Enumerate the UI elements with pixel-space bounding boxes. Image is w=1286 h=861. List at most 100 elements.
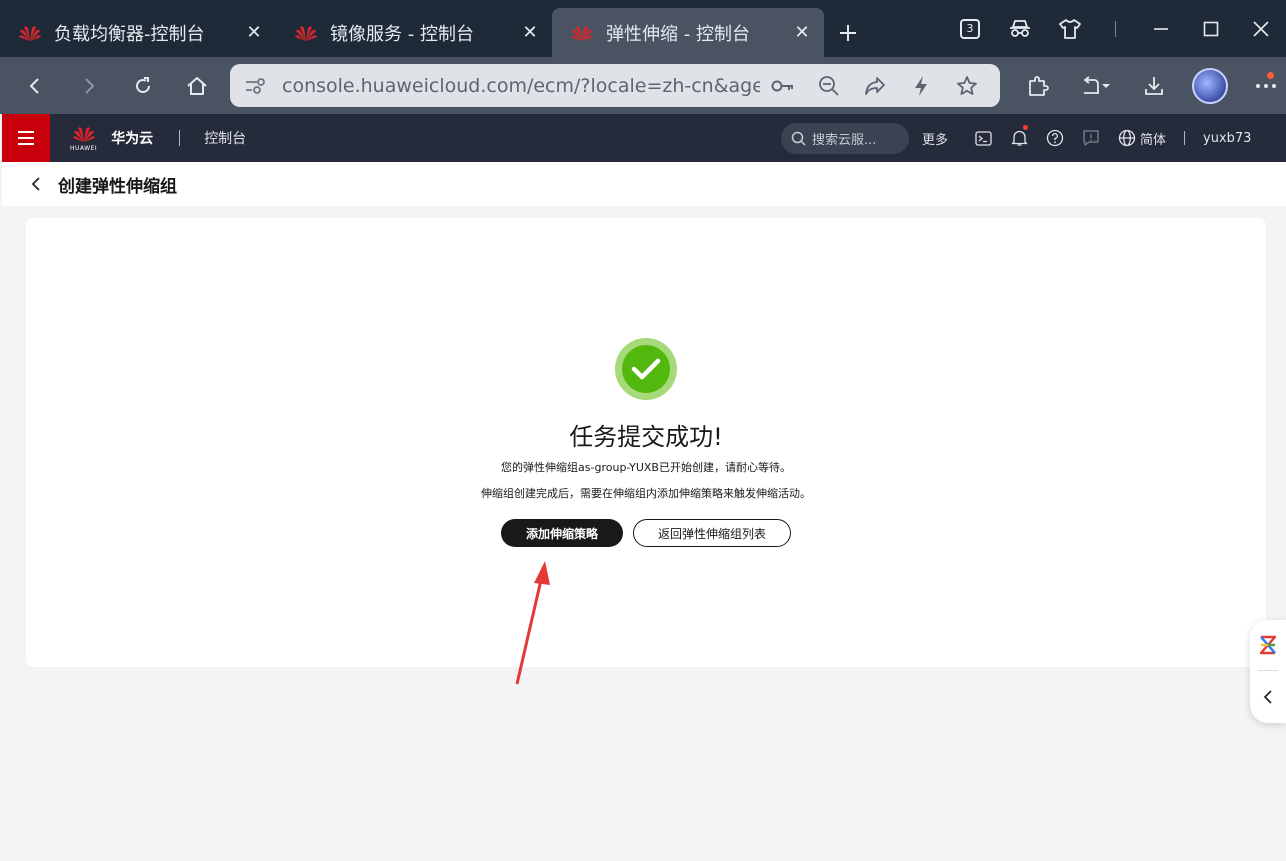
add-scaling-policy-button[interactable]: 添加伸缩策略 [501, 519, 623, 547]
cloud-shell-button[interactable] [972, 127, 994, 149]
assistant-logo-icon [1259, 635, 1277, 655]
notifications-button[interactable] [1008, 125, 1030, 149]
user-menu[interactable]: yuxb73 [1203, 131, 1251, 146]
service-menu-button[interactable] [2, 114, 50, 162]
tab-title: 负载均衡器-控制台 [54, 23, 205, 45]
new-tab-button[interactable] [824, 8, 872, 57]
reload-button[interactable] [116, 57, 170, 114]
language-switch[interactable]: 简体 [1116, 127, 1166, 149]
url-text[interactable]: console.huaweicloud.com/ecm/?locale=zh-c… [282, 75, 760, 97]
notification-dot [1023, 125, 1029, 130]
extensions-button[interactable] [1010, 57, 1066, 114]
tab-overview-button[interactable]: 3 [945, 0, 995, 57]
maximize-button[interactable] [1186, 0, 1236, 57]
result-hint: 伸缩组创建完成后，需要在伸缩组内添加伸缩策略来触发伸缩活动。 [481, 487, 811, 500]
console-header: HUAWEI 华为云 控制台 搜索云服... 更多 简体 yuxb73 [2, 114, 1286, 162]
browser-menu-button[interactable] [1238, 57, 1286, 114]
divider [1115, 20, 1116, 37]
close-icon [1253, 20, 1269, 37]
close-icon[interactable]: ✕ [792, 22, 812, 43]
result-description: 您的弹性伸缩组as-group-YUXB已开始创建，请耐心等待。 [501, 461, 791, 474]
feedback-icon [1080, 127, 1102, 149]
close-icon[interactable]: ✕ [520, 22, 540, 43]
browser-tab[interactable]: 负载均衡器-控制台 ✕ [0, 8, 276, 57]
notification-dot [1267, 72, 1274, 79]
address-bar[interactable]: console.huaweicloud.com/ecm/?locale=zh-c… [230, 64, 1000, 107]
help-button[interactable] [1044, 127, 1066, 149]
huawei-logo: HUAWEI [70, 124, 97, 152]
back-button[interactable] [8, 57, 62, 114]
star-icon[interactable] [944, 75, 990, 97]
assistant-button[interactable] [1258, 620, 1278, 670]
huawei-logo-icon [72, 127, 95, 142]
browser-toolbar: console.huaweicloud.com/ecm/?locale=zh-c… [0, 57, 1286, 114]
result-title: 任务提交成功! [569, 423, 723, 451]
browser-tab-active[interactable]: 弹性伸缩 - 控制台 ✕ [552, 8, 824, 57]
tab-title: 弹性伸缩 - 控制台 [606, 23, 750, 45]
close-window-button[interactable] [1236, 0, 1286, 57]
page-header: 创建弹性伸缩组 [2, 162, 1286, 206]
browser-tab[interactable]: 镜像服务 - 控制台 ✕ [276, 8, 552, 57]
profile-button[interactable] [1182, 57, 1238, 114]
tab-title: 镜像服务 - 控制台 [330, 23, 474, 45]
success-check-icon [615, 338, 677, 400]
share-icon[interactable] [852, 76, 898, 96]
menu-icon [18, 131, 34, 145]
huawei-logo-icon [568, 21, 596, 45]
page-title: 创建弹性伸缩组 [58, 176, 177, 197]
search-icon [791, 131, 806, 146]
huawei-logo-icon [292, 21, 320, 45]
search-input[interactable]: 搜索云服... [781, 123, 909, 154]
back-to-group-list-button[interactable]: 返回弹性伸缩组列表 [633, 519, 791, 547]
more-dots-icon [1256, 83, 1276, 88]
minimize-button[interactable] [1136, 0, 1186, 57]
divider [1184, 131, 1186, 145]
chevron-left-icon [1263, 690, 1272, 704]
chevron-left-icon[interactable] [30, 176, 50, 192]
puzzle-icon [1029, 75, 1049, 96]
annotation-arrow [515, 561, 550, 685]
undo-icon [1083, 75, 1110, 94]
key-icon[interactable] [760, 79, 806, 93]
browser-tab-strip: 负载均衡器-控制台 ✕ 镜像服务 - 控制台 ✕ 弹性伸缩 - 控制台 ✕ 3 [0, 0, 1286, 57]
forward-button[interactable] [62, 57, 116, 114]
search-placeholder: 搜索云服... [812, 133, 877, 148]
bell-icon [1008, 127, 1030, 149]
downloads-button[interactable] [1126, 57, 1182, 114]
maximize-icon [1203, 21, 1219, 36]
tab-count-badge: 3 [960, 18, 980, 39]
home-button[interactable] [170, 57, 224, 114]
globe-icon [1116, 127, 1138, 149]
arrow-left-icon [29, 77, 39, 94]
console-link[interactable]: 控制台 [204, 128, 246, 148]
home-icon [187, 76, 207, 95]
zoom-out-icon[interactable] [806, 75, 852, 97]
help-icon [1044, 127, 1066, 149]
incognito-button[interactable] [995, 0, 1045, 57]
more-menu[interactable]: 更多 [922, 129, 948, 148]
floating-assistant-widget [1250, 620, 1286, 723]
header-actions: 更多 简体 yuxb73 [922, 114, 1265, 162]
collapse-button[interactable] [1263, 671, 1273, 723]
result-card: 任务提交成功! 您的弹性伸缩组as-group-YUXB已开始创建，请耐心等待。… [26, 218, 1266, 667]
terminal-icon [972, 127, 994, 149]
close-icon[interactable]: ✕ [244, 22, 264, 43]
brand-home-link[interactable]: HUAWEI 华为云 [70, 124, 153, 152]
window-controls: 3 [945, 0, 1286, 57]
arrow-right-icon [85, 77, 95, 94]
lightning-icon[interactable] [898, 75, 944, 97]
undo-menu-button[interactable] [1066, 57, 1126, 114]
feedback-button[interactable] [1080, 127, 1102, 149]
huawei-logo-icon [16, 21, 44, 45]
plus-icon [840, 24, 856, 41]
avatar [1192, 67, 1228, 104]
brand-name: 华为云 [111, 131, 154, 147]
language-label: 简体 [1140, 132, 1167, 148]
theme-button[interactable] [1045, 0, 1095, 57]
toolbar-actions [1010, 57, 1286, 114]
incognito-icon [1010, 19, 1030, 37]
download-icon [1145, 76, 1163, 95]
divider [179, 130, 181, 146]
reload-icon [136, 76, 150, 93]
site-settings-icon[interactable] [244, 76, 272, 96]
